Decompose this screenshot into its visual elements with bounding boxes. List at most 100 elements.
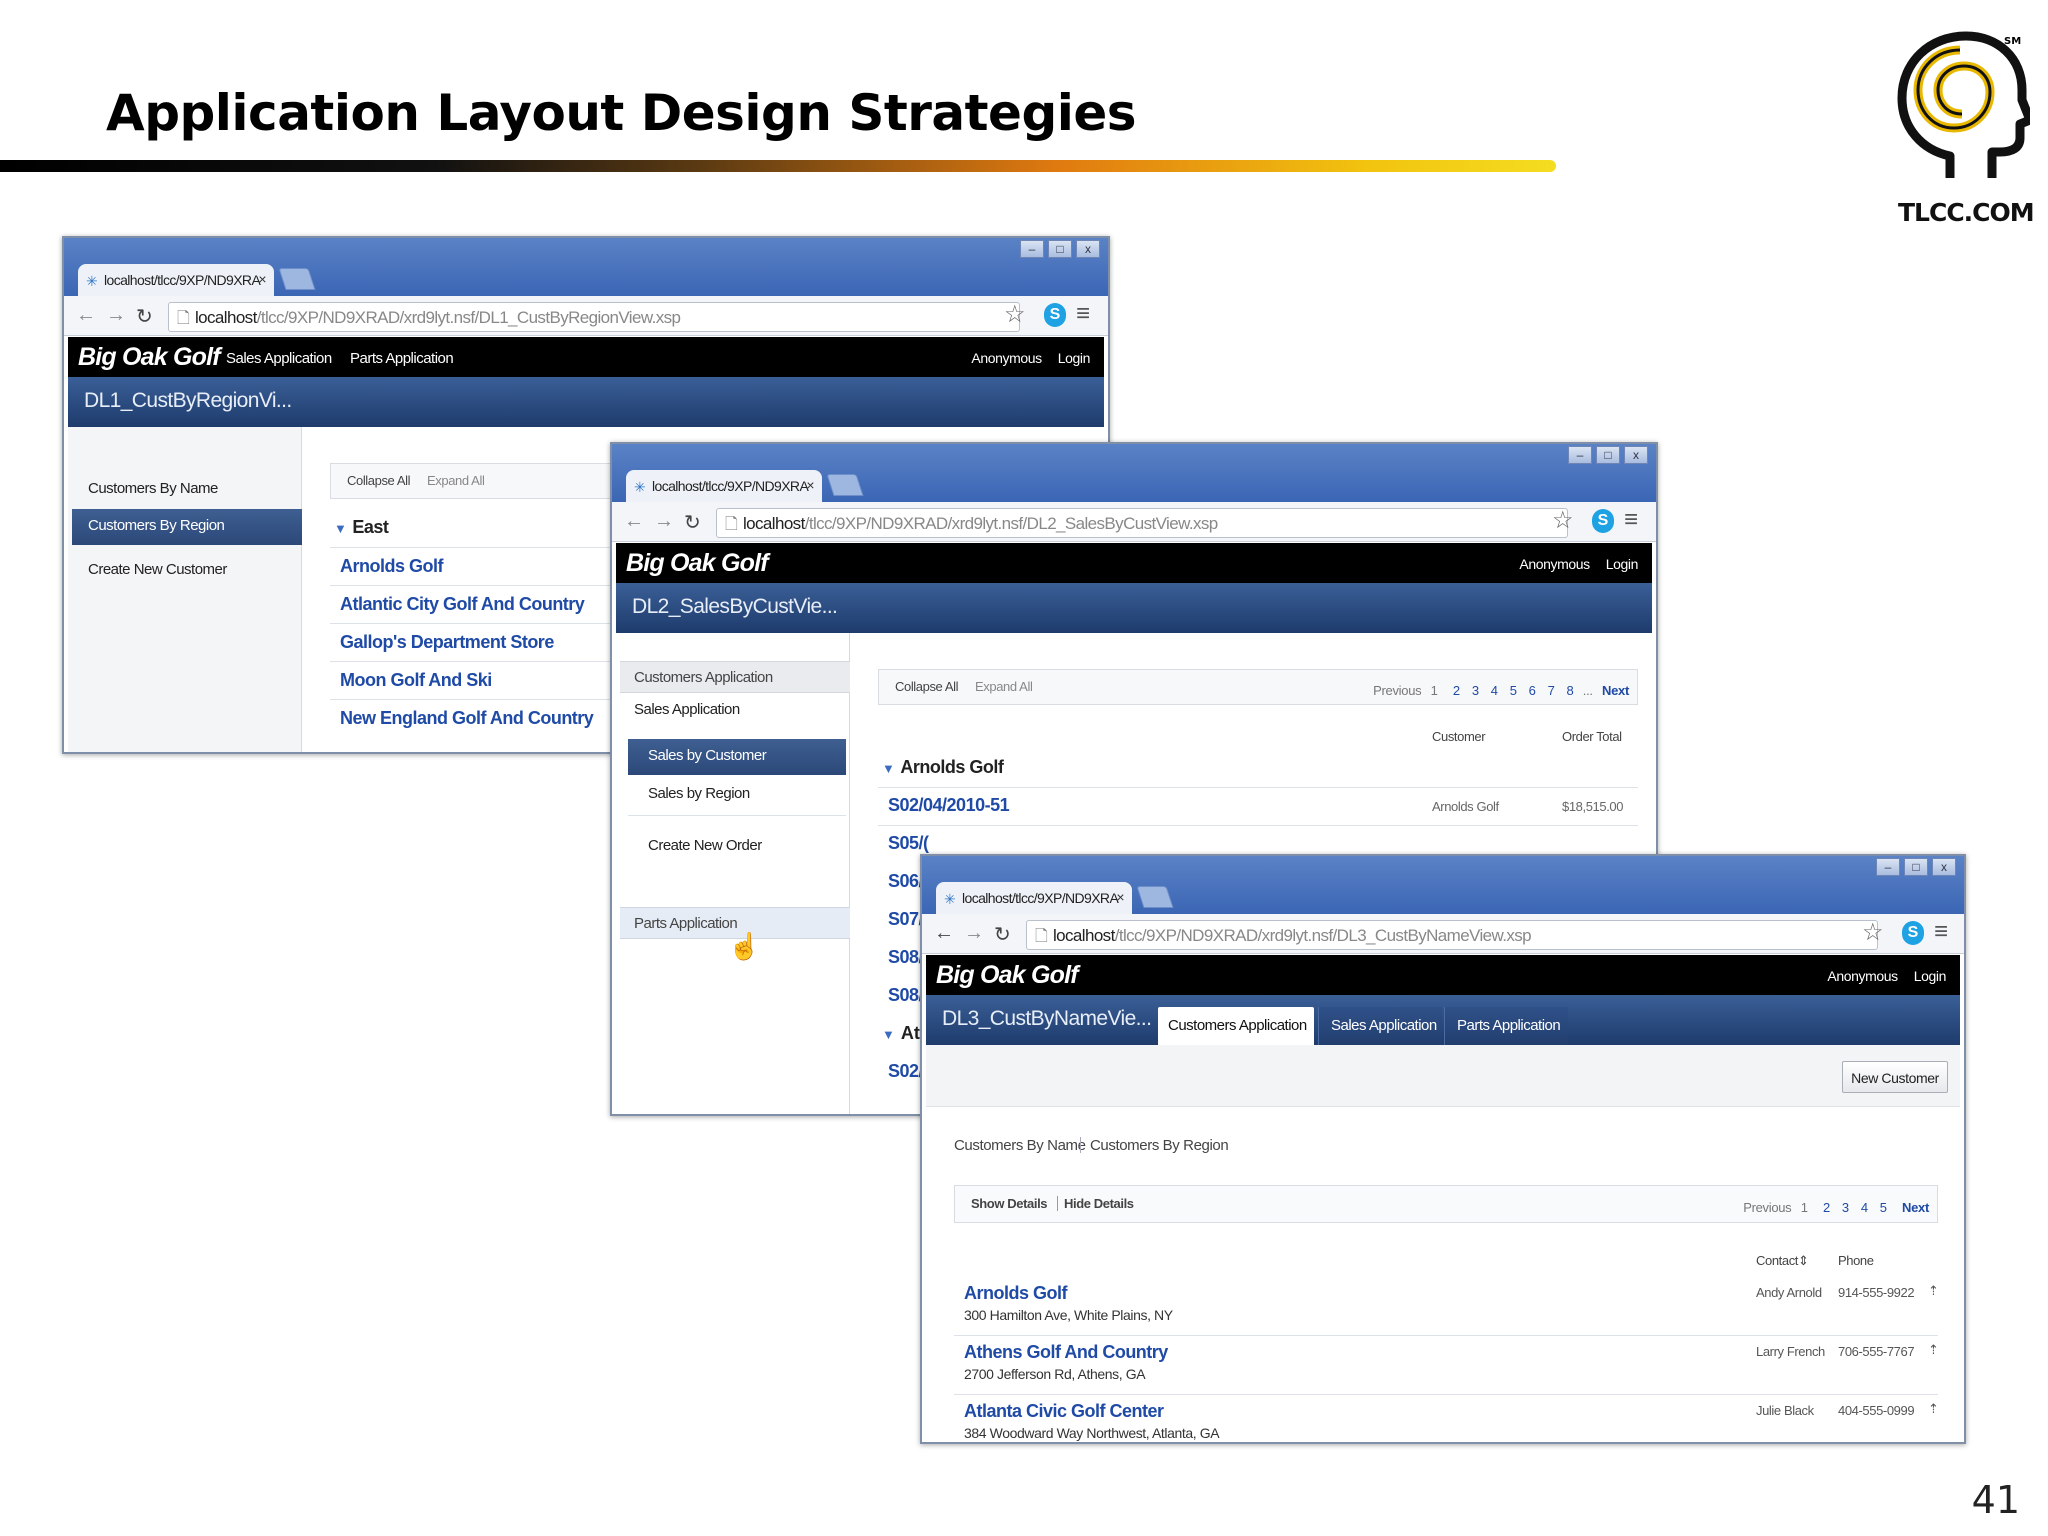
menu-icon[interactable]: ≡ — [1934, 918, 1948, 946]
login-link[interactable]: Login — [1914, 968, 1947, 984]
column-header-customer[interactable]: Customer — [1432, 729, 1486, 744]
tab-sales-application[interactable]: Sales Application — [1318, 1007, 1442, 1045]
customer-link[interactable]: Arnolds Golf — [340, 556, 444, 577]
order-link[interactable]: S02/04/2010-51 — [888, 795, 1010, 816]
expand-all-link[interactable]: Expand All — [975, 679, 1033, 694]
address-bar[interactable]: 🗋 localhost/tlcc/9XP/ND9XRAD/xrd9lyt.nsf/… — [1026, 920, 1878, 950]
expand-row-icon[interactable]: ⇡ — [1928, 1283, 1939, 1299]
close-window-button[interactable]: x — [1624, 446, 1648, 464]
sidebar-item-customers-by-name[interactable]: Customers By Name — [88, 480, 218, 497]
column-header-order-total[interactable]: Order Total — [1562, 729, 1622, 744]
new-tab-button[interactable] — [826, 474, 864, 496]
sidebar-item-create-new-order[interactable]: Create New Order — [648, 837, 762, 854]
login-link[interactable]: Login — [1058, 350, 1091, 366]
sidebar-item-sales-by-customer[interactable]: Sales by Customer — [628, 739, 846, 775]
back-arrow-icon[interactable]: ← — [624, 510, 644, 533]
new-tab-button[interactable] — [1136, 886, 1174, 908]
browser-tab[interactable]: ✳ localhost/tlcc/9XP/ND9XRA × — [936, 882, 1132, 914]
column-header-contact[interactable]: Contact⇕ — [1756, 1253, 1809, 1269]
pager-next[interactable]: Next — [1902, 1200, 1929, 1215]
customer-link[interactable]: Gallop's Department Store — [340, 632, 554, 653]
pager-previous[interactable]: Previous — [1743, 1200, 1791, 1215]
customer-link[interactable]: Moon Golf And Ski — [340, 670, 492, 691]
customer-name-link[interactable]: Arnolds Golf — [964, 1283, 1068, 1304]
collapse-all-link[interactable]: Collapse All — [347, 473, 411, 488]
tab-parts-application[interactable]: Parts Application — [1444, 1007, 1568, 1045]
forward-arrow-icon[interactable]: → — [106, 304, 126, 327]
skype-icon[interactable]: S — [1902, 921, 1924, 945]
pager-page[interactable]: 4 — [1491, 683, 1498, 698]
pager-page[interactable]: 2 — [1453, 683, 1460, 698]
pager-page[interactable]: 4 — [1861, 1200, 1868, 1215]
new-customer-button[interactable]: New Customer — [1842, 1061, 1948, 1093]
column-header-phone[interactable]: Phone — [1838, 1253, 1874, 1268]
sidebar-item-create-new-customer[interactable]: Create New Customer — [88, 561, 227, 578]
customer-link[interactable]: Atlantic City Golf And Country — [340, 594, 585, 615]
customer-name-link[interactable]: Athens Golf And Country — [964, 1342, 1168, 1363]
sidebar-section-customers-application[interactable]: Customers Application — [620, 661, 850, 693]
category-east[interactable]: ▼ East — [334, 517, 389, 538]
back-arrow-icon[interactable]: ← — [934, 922, 954, 945]
close-window-button[interactable]: x — [1076, 240, 1100, 258]
tab-customers-application[interactable]: Customers Application — [1158, 1007, 1314, 1045]
pager-page[interactable]: 7 — [1548, 683, 1555, 698]
tab-close-icon[interactable]: × — [258, 271, 266, 287]
show-details-link[interactable]: Show Details — [971, 1196, 1048, 1211]
tab-close-icon[interactable]: × — [806, 477, 814, 493]
pager-page[interactable]: 5 — [1510, 683, 1517, 698]
address-bar[interactable]: 🗋 localhost/tlcc/9XP/ND9XRAD/xrd9lyt.nsf/… — [716, 508, 1568, 538]
pager-page[interactable]: 8 — [1567, 683, 1574, 698]
pager-page[interactable]: 5 — [1880, 1200, 1887, 1215]
close-window-button[interactable]: x — [1932, 858, 1956, 876]
skype-icon[interactable]: S — [1044, 303, 1066, 327]
skype-icon[interactable]: S — [1592, 509, 1614, 533]
customer-link[interactable]: New England Golf And Country — [340, 708, 594, 729]
bookmark-star-icon[interactable]: ☆ — [1862, 918, 1884, 947]
customer-name-link[interactable]: Atlanta Civic Golf Center — [964, 1401, 1164, 1422]
row-divider — [954, 1335, 1938, 1336]
expand-all-link[interactable]: Expand All — [427, 473, 485, 488]
maximize-button[interactable]: □ — [1596, 446, 1620, 464]
bookmark-star-icon[interactable]: ☆ — [1004, 300, 1026, 329]
address-bar[interactable]: 🗋 localhost/tlcc/9XP/ND9XRAD/xrd9lyt.nsf/… — [168, 302, 1020, 332]
pager-page[interactable]: 2 — [1823, 1200, 1830, 1215]
sidebar-item-sales-by-region[interactable]: Sales by Region — [648, 785, 750, 802]
sidebar-item-customers-by-region[interactable]: Customers By Region — [72, 509, 302, 545]
maximize-button[interactable]: □ — [1904, 858, 1928, 876]
nav-sales-application[interactable]: Sales Application — [226, 350, 332, 367]
collapse-all-link[interactable]: Collapse All — [895, 679, 959, 694]
new-tab-button[interactable] — [278, 268, 316, 290]
bookmark-star-icon[interactable]: ☆ — [1552, 506, 1574, 535]
brand-name: Big Oak Golf — [626, 549, 769, 577]
minimize-button[interactable]: – — [1020, 240, 1044, 258]
expand-row-icon[interactable]: ⇡ — [1928, 1401, 1939, 1417]
minimize-button[interactable]: – — [1568, 446, 1592, 464]
forward-arrow-icon[interactable]: → — [654, 510, 674, 533]
maximize-button[interactable]: □ — [1048, 240, 1072, 258]
forward-arrow-icon[interactable]: → — [964, 922, 984, 945]
menu-icon[interactable]: ≡ — [1624, 506, 1638, 534]
login-link[interactable]: Login — [1606, 556, 1639, 572]
back-arrow-icon[interactable]: ← — [76, 304, 96, 327]
nav-parts-application[interactable]: Parts Application — [350, 350, 454, 367]
pager-previous[interactable]: Previous — [1373, 683, 1421, 698]
browser-tab[interactable]: ✳ localhost/tlcc/9XP/ND9XRA × — [78, 264, 274, 296]
pager-page[interactable]: 3 — [1842, 1200, 1849, 1215]
view-link-customers-by-region[interactable]: Customers By Region — [1090, 1137, 1229, 1154]
pager-page[interactable]: 3 — [1472, 683, 1479, 698]
order-link[interactable]: S05/( — [888, 833, 929, 854]
view-link-customers-by-name[interactable]: Customers By Name — [954, 1137, 1086, 1154]
sidebar-section-sales-application[interactable]: Sales Application — [634, 701, 740, 718]
reload-icon[interactable]: ↻ — [684, 510, 701, 535]
reload-icon[interactable]: ↻ — [994, 922, 1011, 947]
minimize-button[interactable]: – — [1876, 858, 1900, 876]
reload-icon[interactable]: ↻ — [136, 304, 153, 329]
category-arnolds-golf[interactable]: ▼ Arnolds Golf — [882, 757, 1004, 778]
pager-page[interactable]: 6 — [1529, 683, 1536, 698]
browser-tab[interactable]: ✳ localhost/tlcc/9XP/ND9XRA × — [626, 470, 822, 502]
expand-row-icon[interactable]: ⇡ — [1928, 1342, 1939, 1358]
pager-next[interactable]: Next — [1602, 683, 1629, 698]
hide-details-link[interactable]: Hide Details — [1057, 1196, 1134, 1211]
tab-close-icon[interactable]: × — [1116, 889, 1124, 905]
menu-icon[interactable]: ≡ — [1076, 300, 1090, 328]
